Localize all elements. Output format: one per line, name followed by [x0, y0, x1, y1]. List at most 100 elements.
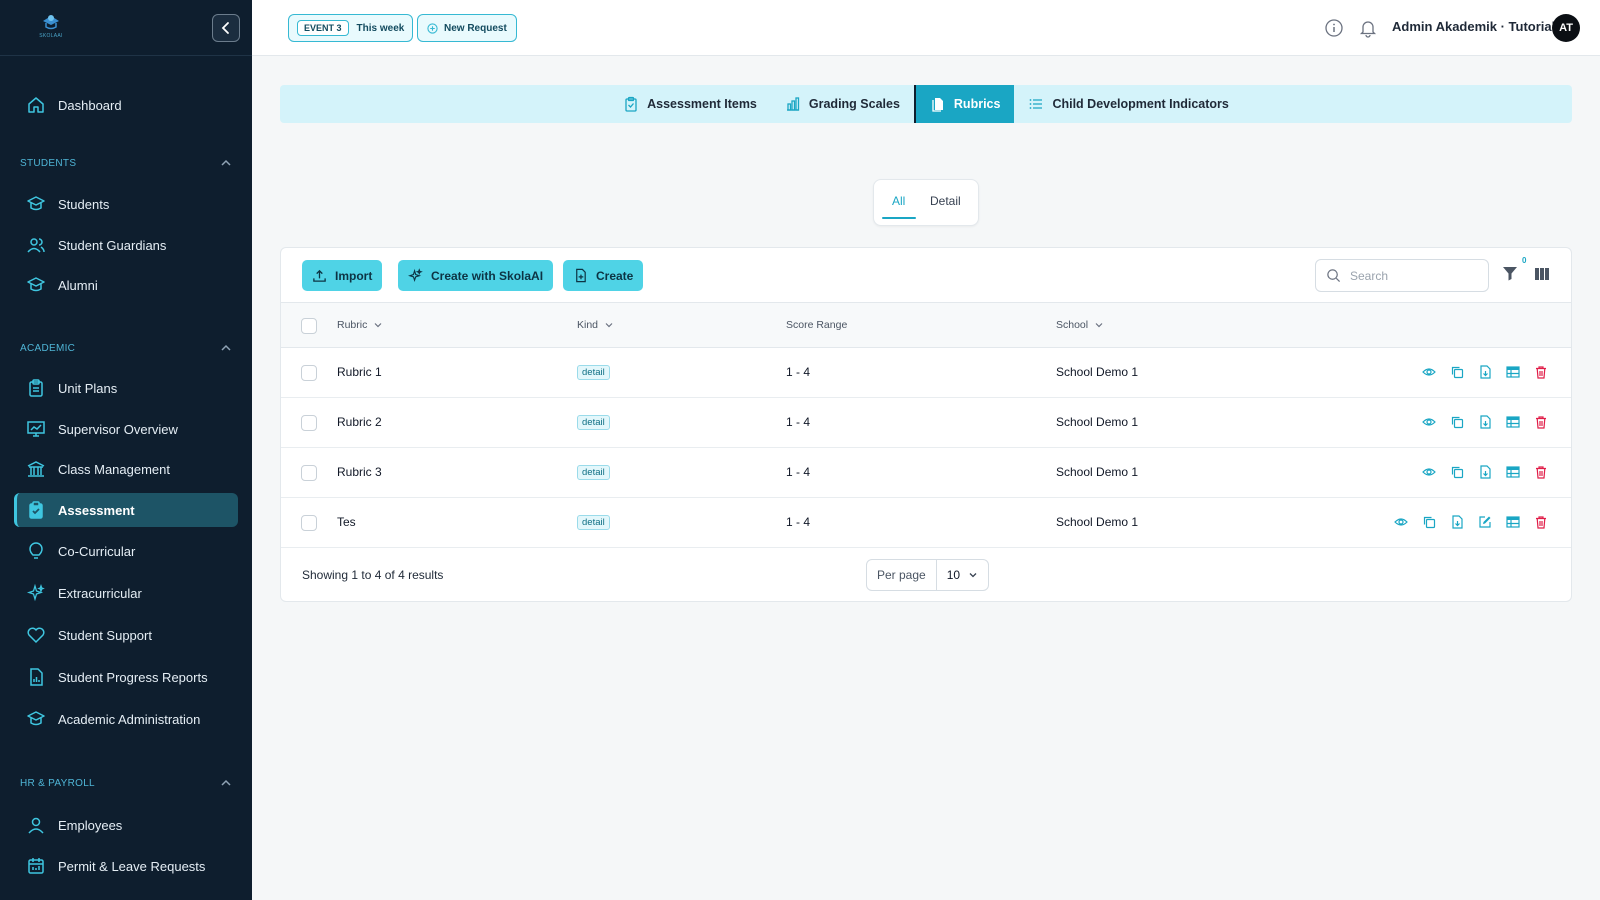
users-icon — [27, 238, 45, 253]
sidebar-item-supervisor-overview[interactable]: Supervisor Overview — [14, 412, 238, 446]
table-row[interactable]: Rubric 2 detail 1 - 4 School Demo 1 — [281, 398, 1571, 448]
view-detail-tab[interactable]: Detail — [930, 194, 961, 208]
file-download-icon — [1480, 365, 1491, 379]
per-page-value[interactable]: 10 — [937, 568, 988, 582]
search-input[interactable] — [1350, 268, 1480, 283]
delete-button[interactable] — [1534, 415, 1548, 429]
column-school[interactable]: School — [1056, 319, 1104, 331]
table-row[interactable]: Rubric 3 detail 1 - 4 School Demo 1 — [281, 448, 1571, 498]
user-name[interactable]: Admin Akademik · Tutorial — [1392, 19, 1555, 34]
view-button[interactable] — [1422, 415, 1436, 429]
per-page-value-text: 10 — [946, 568, 961, 582]
sidebar-item-co-curricular[interactable]: Co-Curricular — [14, 534, 238, 568]
table-view-button[interactable] — [1506, 415, 1520, 429]
column-rubric[interactable]: Rubric — [337, 319, 383, 331]
avatar[interactable]: AT — [1552, 14, 1580, 42]
sidebar-item-student-support[interactable]: Student Support — [14, 618, 238, 652]
sidebar-item-alumni[interactable]: Alumni — [14, 268, 238, 302]
row-checkbox[interactable] — [301, 415, 317, 431]
delete-button[interactable] — [1534, 365, 1548, 379]
export-button[interactable] — [1450, 515, 1464, 529]
sidebar-item-class-management[interactable]: Class Management — [14, 452, 238, 486]
sidebar-item-employees[interactable]: Employees — [14, 808, 238, 842]
table-header: Rubric Kind Score Range School — [281, 302, 1571, 348]
view-button[interactable] — [1394, 515, 1408, 529]
chevron-down-icon — [969, 573, 977, 578]
trash-icon — [1536, 366, 1546, 379]
tab-rubrics[interactable]: Rubrics — [913, 85, 1015, 123]
export-button[interactable] — [1478, 365, 1492, 379]
app-logo[interactable]: SKOLAAI — [34, 12, 68, 42]
kind-badge: detail — [577, 465, 610, 480]
table-row[interactable]: Rubric 1 detail 1 - 4 School Demo 1 — [281, 348, 1571, 398]
export-button[interactable] — [1478, 415, 1492, 429]
import-button[interactable]: Import — [302, 260, 383, 291]
table-icon — [1506, 516, 1520, 528]
results-summary: Showing 1 to 4 of 4 results — [302, 568, 444, 582]
table-icon — [1506, 466, 1520, 478]
duplicate-button[interactable] — [1450, 415, 1464, 429]
view-all-tab[interactable]: All — [892, 194, 905, 208]
tab-child-development-indicators[interactable]: Child Development Indicators — [1014, 85, 1242, 123]
table-view-button[interactable] — [1506, 365, 1520, 379]
info-button[interactable] — [1324, 18, 1344, 38]
rubric-name: Rubric 1 — [337, 365, 382, 379]
sidebar-item-assessment[interactable]: Assessment — [14, 493, 238, 527]
tab-label: Child Development Indicators — [1052, 97, 1229, 111]
notifications-button[interactable] — [1358, 18, 1378, 38]
table-row[interactable]: Tes detail 1 - 4 School Demo 1 — [281, 498, 1571, 548]
column-score-range: Score Range — [786, 319, 847, 331]
section-academic-toggle[interactable]: ACADEMIC — [20, 342, 232, 354]
duplicate-button[interactable] — [1450, 465, 1464, 479]
score-range: 1 - 4 — [786, 515, 811, 529]
file-plus-icon — [576, 268, 586, 283]
section-hr-payroll-toggle[interactable]: HR & PAYROLL — [20, 777, 232, 789]
event-filter-pill[interactable]: EVENT 3 This week — [288, 14, 414, 42]
rubrics-table-card: Import Create with SkolaAI Create 0 Rubr… — [280, 247, 1572, 602]
duplicate-button[interactable] — [1450, 365, 1464, 379]
sidebar-item-label: Academic Administration — [58, 711, 201, 727]
row-checkbox[interactable] — [301, 465, 317, 481]
section-students-toggle[interactable]: STUDENTS — [20, 157, 232, 169]
select-all-checkbox[interactable] — [301, 318, 317, 334]
new-request-button[interactable]: New Request — [417, 14, 517, 42]
column-label: Rubric — [337, 319, 368, 331]
tab-assessment-items[interactable]: Assessment Items — [609, 85, 771, 123]
create-button[interactable]: Create — [563, 260, 644, 291]
delete-button[interactable] — [1534, 465, 1548, 479]
sidebar-item-students[interactable]: Students — [14, 187, 238, 221]
delete-button[interactable] — [1534, 515, 1548, 529]
create-with-skolaai-button[interactable]: Create with SkolaAI — [398, 260, 554, 291]
view-button[interactable] — [1422, 465, 1436, 479]
column-kind[interactable]: Kind — [577, 319, 614, 331]
sidebar-item-academic-administration[interactable]: Academic Administration — [14, 702, 238, 736]
table-view-button[interactable] — [1506, 465, 1520, 479]
new-request-label: New Request — [444, 22, 507, 34]
collapse-sidebar-button[interactable] — [212, 14, 240, 42]
table-view-button[interactable] — [1506, 515, 1520, 529]
column-label: Kind — [577, 319, 599, 331]
sidebar-item-extracurricular[interactable]: Extracurricular — [14, 576, 238, 610]
view-button[interactable] — [1422, 365, 1436, 379]
sidebar-item-student-guardians[interactable]: Student Guardians — [14, 228, 238, 262]
sidebar-item-unit-plans[interactable]: Unit Plans — [14, 371, 238, 405]
columns-button[interactable] — [1533, 265, 1551, 283]
sidebar-item-label: Permit & Leave Requests — [58, 858, 206, 874]
bell-icon — [1359, 21, 1377, 38]
row-checkbox[interactable] — [301, 515, 317, 531]
upload-icon — [313, 269, 326, 282]
tab-grading-scales[interactable]: Grading Scales — [771, 85, 914, 123]
per-page-select[interactable]: Per page 10 — [866, 559, 990, 591]
sidebar-item-permit-leave-requests[interactable]: Permit & Leave Requests — [14, 849, 238, 883]
plus-circle-icon — [427, 22, 438, 34]
filter-button[interactable] — [1501, 264, 1519, 282]
sidebar-item-dashboard[interactable]: Dashboard — [14, 88, 238, 122]
duplicate-button[interactable] — [1422, 515, 1436, 529]
tab-label: Rubrics — [953, 97, 1001, 111]
edit-button[interactable] — [1478, 515, 1492, 529]
export-button[interactable] — [1478, 465, 1492, 479]
sidebar-item-student-progress-reports[interactable]: Student Progress Reports — [14, 660, 238, 694]
top-bar: EVENT 3 This week New Request Admin Akad… — [252, 0, 1600, 56]
row-checkbox[interactable] — [301, 365, 317, 381]
file-download-icon — [1452, 515, 1463, 529]
